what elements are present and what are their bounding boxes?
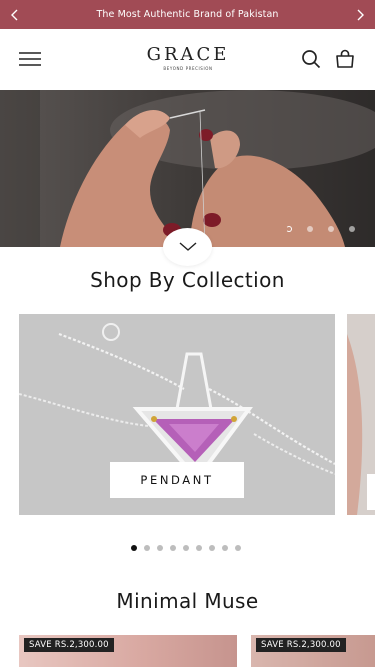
collection-next-image (347, 314, 375, 515)
hero-pagination (286, 226, 355, 232)
hero-dot[interactable] (349, 226, 355, 232)
menu-icon[interactable] (19, 51, 41, 67)
sale-badge: SAVE RS.2,300.00 (256, 638, 346, 652)
collection-dot[interactable] (144, 545, 150, 551)
collection-dot[interactable] (209, 545, 215, 551)
collection-card-next[interactable] (347, 314, 375, 515)
section-title-featured: Minimal Muse (116, 589, 259, 613)
announcement-text: The Most Authentic Brand of Pakistan (96, 9, 279, 20)
collection-dot[interactable] (131, 545, 137, 551)
collection-dot[interactable] (170, 545, 176, 551)
scroll-down-button[interactable] (163, 228, 212, 266)
site-header: GRACE BEYOND PRECISION (0, 29, 375, 90)
sale-badge: SAVE RS.2,300.00 (24, 638, 114, 652)
collection-dot[interactable] (222, 545, 228, 551)
product-card[interactable]: SAVE RS.2,300.00 (19, 635, 237, 667)
collection-dot[interactable] (196, 545, 202, 551)
chevron-left-icon[interactable] (7, 7, 23, 23)
hero-dot[interactable] (328, 226, 334, 232)
search-icon[interactable] (300, 48, 322, 70)
chevron-down-icon (179, 242, 196, 251)
announcement-bar: The Most Authentic Brand of Pakistan (0, 0, 375, 29)
logo-tagline: BEYOND PRECISION (163, 66, 213, 71)
hero-dot[interactable] (307, 226, 313, 232)
brand-logo[interactable]: GRACE BEYOND PRECISION (145, 46, 231, 74)
hero-dot[interactable] (286, 226, 292, 232)
hero-image (0, 90, 375, 247)
hero-slideshow[interactable] (0, 90, 375, 247)
chevron-right-icon[interactable] (352, 7, 368, 23)
collection-dot[interactable] (235, 545, 241, 551)
product-card[interactable]: SAVE RS.2,300.00 (251, 635, 375, 667)
collection-dot[interactable] (183, 545, 189, 551)
section-title-collection: Shop By Collection (90, 268, 285, 292)
collection-dot[interactable] (157, 545, 163, 551)
logo-wordmark: GRACE (146, 44, 230, 65)
shopping-bag-icon[interactable] (334, 48, 356, 70)
collection-pagination (131, 545, 241, 551)
collection-label-button[interactable]: PENDANT (110, 462, 244, 498)
